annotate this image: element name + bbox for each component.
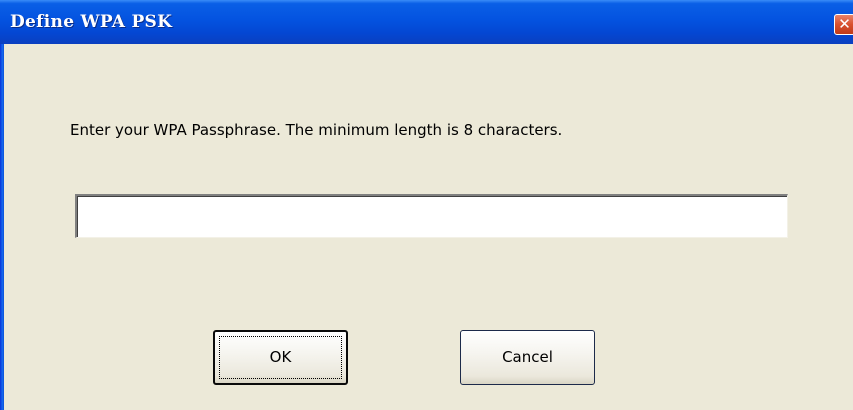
window-frame-left	[0, 44, 4, 410]
passphrase-input[interactable]	[75, 194, 788, 238]
close-button[interactable]: ✕	[834, 14, 853, 35]
cancel-button-label: Cancel	[502, 348, 553, 366]
title-bar[interactable]: Define WPA PSK ✕	[0, 0, 853, 44]
cancel-button[interactable]: Cancel	[460, 330, 595, 385]
close-icon: ✕	[838, 15, 851, 33]
window-title: Define WPA PSK	[10, 12, 173, 32]
passphrase-prompt: Enter your WPA Passphrase. The minimum l…	[70, 121, 563, 139]
ok-button-label: OK	[269, 348, 292, 366]
ok-button[interactable]: OK	[213, 330, 348, 385]
dialog-window: Define WPA PSK ✕ Enter your WPA Passphra…	[0, 0, 853, 410]
